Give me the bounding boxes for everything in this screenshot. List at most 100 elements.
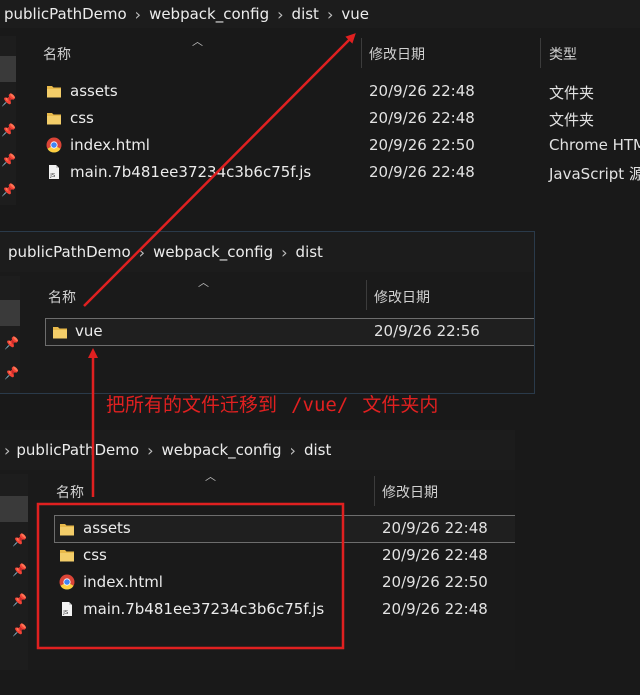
breadcrumb: publicPathDemo › webpack_config › dist ›… [0, 0, 640, 28]
svg-text:JS: JS [62, 610, 69, 616]
chevron-right-icon: › [326, 4, 334, 24]
js-file-icon: JS [62, 602, 72, 616]
file-type: 文件夹 [549, 111, 595, 129]
breadcrumb-item[interactable]: dist [304, 441, 331, 459]
chevron-right-icon: › [277, 4, 284, 24]
file-name: index.html [70, 136, 150, 154]
file-date: 20/9/26 22:48 [382, 546, 488, 564]
pin-icon[interactable]: 📌 [1, 93, 16, 107]
file-date: 20/9/26 22:48 [369, 163, 475, 181]
file-name: main.7b481ee37234c3b6c75f.js [70, 163, 312, 181]
navigation-pane: 📌 📌 📌 📌 [0, 36, 16, 205]
folder-icon [47, 113, 61, 125]
file-name: assets [70, 82, 118, 100]
pin-icon[interactable]: 📌 [12, 533, 27, 547]
file-row[interactable]: JS main.7b481ee37234c3b6c75f.js 20/9/26 … [40, 159, 640, 185]
breadcrumb-item[interactable]: publicPathDemo [4, 5, 127, 23]
pin-icon[interactable]: 📌 [1, 183, 16, 197]
annotation-suffix: 文件夹内 [362, 394, 439, 416]
chevron-right-icon: › [281, 242, 288, 262]
column-divider[interactable] [374, 476, 375, 506]
column-header-date[interactable]: 修改日期 [382, 482, 438, 502]
file-name: css [83, 546, 107, 564]
annotation-path: /vue/ [291, 394, 349, 416]
file-row[interactable]: JS main.7b481ee37234c3b6c75f.js 20/9/26 … [54, 596, 515, 622]
folder-icon [60, 524, 74, 536]
breadcrumb-item[interactable]: publicPathDemo [8, 243, 131, 261]
file-name: css [70, 109, 94, 127]
pin-icon[interactable]: 📌 [1, 153, 16, 167]
column-divider[interactable] [361, 38, 362, 68]
pin-icon[interactable]: 📌 [1, 123, 16, 137]
file-row[interactable]: index.html 20/9/26 22:50 [54, 569, 515, 595]
column-header-name[interactable]: 名称 [56, 482, 84, 502]
navigation-selected-item[interactable] [0, 496, 28, 522]
file-date: 20/9/26 22:48 [382, 600, 488, 618]
navigation-selected-item[interactable] [0, 300, 20, 326]
breadcrumb-item[interactable]: webpack_config [149, 5, 269, 23]
sort-caret-icon: ︿ [192, 35, 203, 48]
file-name: assets [83, 519, 131, 537]
folder-icon [47, 86, 61, 98]
breadcrumb-item[interactable]: vue [341, 5, 369, 23]
breadcrumb-item[interactable]: webpack_config [153, 243, 273, 261]
breadcrumb: publicPathDemo › webpack_config › dist [0, 232, 534, 272]
file-date: 20/9/26 22:50 [369, 136, 475, 154]
file-date: 20/9/26 22:48 [369, 82, 475, 100]
pin-icon[interactable]: 📌 [4, 336, 19, 350]
file-date: 20/9/26 22:50 [382, 573, 488, 591]
file-row[interactable]: assets 20/9/26 22:48 文件夹 [40, 78, 640, 104]
file-date: 20/9/26 22:48 [369, 109, 475, 127]
file-row[interactable]: vue 20/9/26 22:56 [45, 318, 534, 346]
explorer-window-dist-original: › publicPathDemo › webpack_config › dist… [0, 430, 515, 670]
svg-text:JS: JS [49, 173, 56, 179]
breadcrumb-item[interactable]: dist [296, 243, 323, 261]
folder-icon [60, 550, 74, 562]
chrome-icon [46, 137, 62, 153]
pin-icon[interactable]: 📌 [12, 593, 27, 607]
sort-caret-icon: ︿ [205, 470, 216, 483]
js-file-icon: JS [49, 165, 59, 179]
file-row[interactable]: assets 20/9/26 22:48 [54, 515, 515, 543]
file-row[interactable]: css 20/9/26 22:48 文件夹 [40, 105, 640, 131]
pin-icon[interactable]: 📌 [12, 563, 27, 577]
navigation-pane: 📌 📌 📌 📌 [0, 474, 28, 670]
breadcrumb: › publicPathDemo › webpack_config › dist [0, 430, 515, 470]
chevron-right-icon: › [138, 242, 146, 262]
breadcrumb-item[interactable]: dist [292, 5, 319, 23]
column-divider[interactable] [540, 38, 541, 68]
file-name: vue [75, 322, 103, 340]
explorer-window-vue: publicPathDemo › webpack_config › dist ›… [0, 0, 640, 205]
chevron-right-icon: › [147, 440, 154, 460]
sort-caret-icon: ︿ [198, 276, 209, 289]
file-date: 20/9/26 22:56 [374, 322, 480, 340]
file-row[interactable]: index.html 20/9/26 22:50 Chrome HTM [40, 132, 640, 158]
chevron-right-icon: › [134, 4, 142, 24]
explorer-window-dist: publicPathDemo › webpack_config › dist 📌… [0, 232, 534, 393]
column-header-date[interactable]: 修改日期 [374, 287, 430, 307]
breadcrumb-item[interactable]: webpack_config [161, 441, 281, 459]
column-header-name[interactable]: 名称 [48, 287, 76, 307]
file-date: 20/9/26 22:48 [382, 519, 488, 537]
pin-icon[interactable]: 📌 [4, 366, 19, 380]
chevron-right-icon: › [289, 440, 296, 460]
annotation-prefix: 把所有的文件迁移到 [106, 394, 278, 416]
column-divider[interactable] [366, 280, 367, 310]
file-row[interactable]: css 20/9/26 22:48 [54, 542, 515, 568]
navigation-selected-item[interactable] [0, 56, 16, 82]
pin-icon[interactable]: 📌 [12, 623, 27, 637]
chevron-right-icon: › [4, 440, 11, 460]
file-type: JavaScript 源 [549, 165, 640, 183]
file-type: Chrome HTM [549, 136, 640, 154]
file-name: index.html [83, 573, 163, 591]
column-header-name[interactable]: 名称 [43, 44, 71, 64]
column-header-type[interactable]: 类型 [549, 44, 577, 64]
folder-icon [53, 327, 67, 339]
file-name: main.7b481ee37234c3b6c75f.js [83, 600, 325, 618]
file-type: 文件夹 [549, 84, 595, 102]
annotation-text: 把所有的文件迁移到 /vue/ 文件夹内 [106, 390, 438, 417]
breadcrumb-item[interactable]: publicPathDemo [16, 441, 139, 459]
navigation-pane: 📌 📌 [0, 276, 20, 393]
column-header-date[interactable]: 修改日期 [369, 44, 425, 64]
chrome-icon [59, 574, 75, 590]
